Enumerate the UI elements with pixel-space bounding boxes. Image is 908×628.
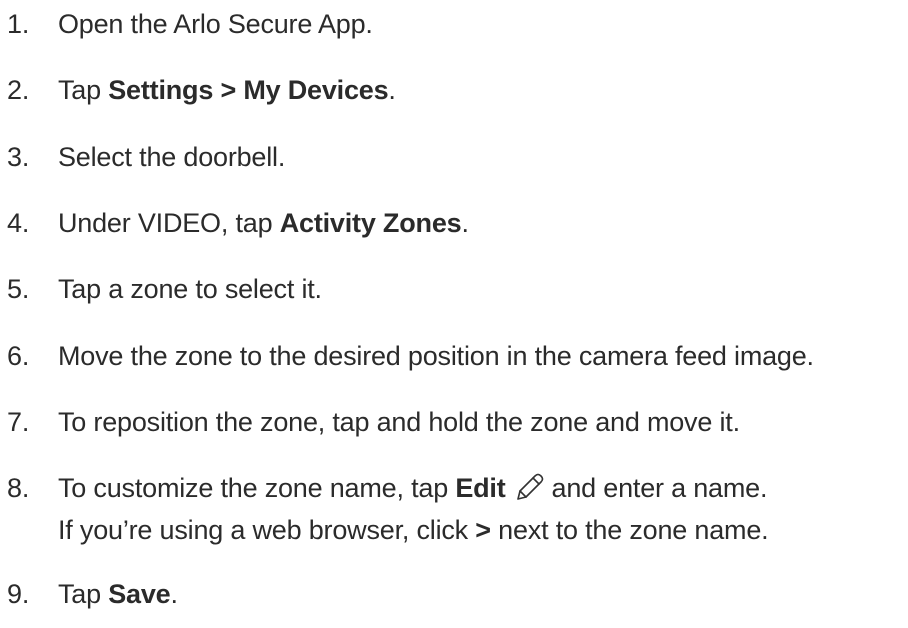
step-text-plain: Tap: [58, 579, 109, 609]
step-text-bold: Save: [108, 579, 171, 609]
step-text-plain: .: [170, 579, 179, 609]
step-number: 6.: [7, 341, 30, 371]
step-number: 4.: [7, 208, 30, 238]
step-text: Under VIDEO, tap Activity Zones.: [58, 205, 469, 241]
step-text-plain: To customize the zone name, tap: [58, 473, 456, 503]
step-text-bold: >: [475, 515, 491, 545]
step-text: To reposition the zone, tap and hold the…: [58, 407, 740, 437]
step-text: Select the doorbell.: [58, 142, 286, 172]
step-number: 2.: [7, 75, 30, 105]
step-number: 3.: [7, 142, 30, 172]
step-number: 5.: [7, 274, 30, 304]
step-text-plain: next to the zone name.: [490, 515, 769, 545]
step-number: 8.: [7, 473, 30, 503]
step-text-plain: .: [461, 208, 469, 238]
pencil-edit-icon: [514, 471, 546, 512]
step-text: Move the zone to the desired position in…: [58, 341, 814, 371]
step-number: 7.: [7, 407, 30, 437]
step-text: Tap a zone to select it.: [58, 274, 322, 304]
step-text: Tap Settings > My Devices.: [58, 72, 396, 108]
instruction-steps: 1. Open the Arlo Secure App. 2. Tap Sett…: [0, 0, 908, 628]
step-text-line2: If you’re using a web browser, click > n…: [58, 512, 769, 548]
step-text-plain: Under VIDEO, tap: [58, 208, 280, 238]
step-text-plain: If you’re using a web browser, click: [58, 515, 476, 545]
step-number: 9.: [7, 579, 30, 609]
step-text-plain: .: [388, 75, 396, 105]
step-text-bold: Settings > My Devices: [108, 75, 389, 105]
step-text-bold: Activity Zones: [279, 208, 462, 238]
step-text-bold: Edit: [455, 473, 506, 503]
step-text-plain: Tap: [58, 75, 109, 105]
step-text: To customize the zone name, tap Edit and …: [58, 470, 769, 548]
step-text-plain: and enter a name.: [551, 473, 768, 503]
step-text: Open the Arlo Secure App.: [58, 9, 373, 39]
step-text: Tap Save.: [58, 576, 178, 612]
step-number: 1.: [7, 9, 30, 39]
